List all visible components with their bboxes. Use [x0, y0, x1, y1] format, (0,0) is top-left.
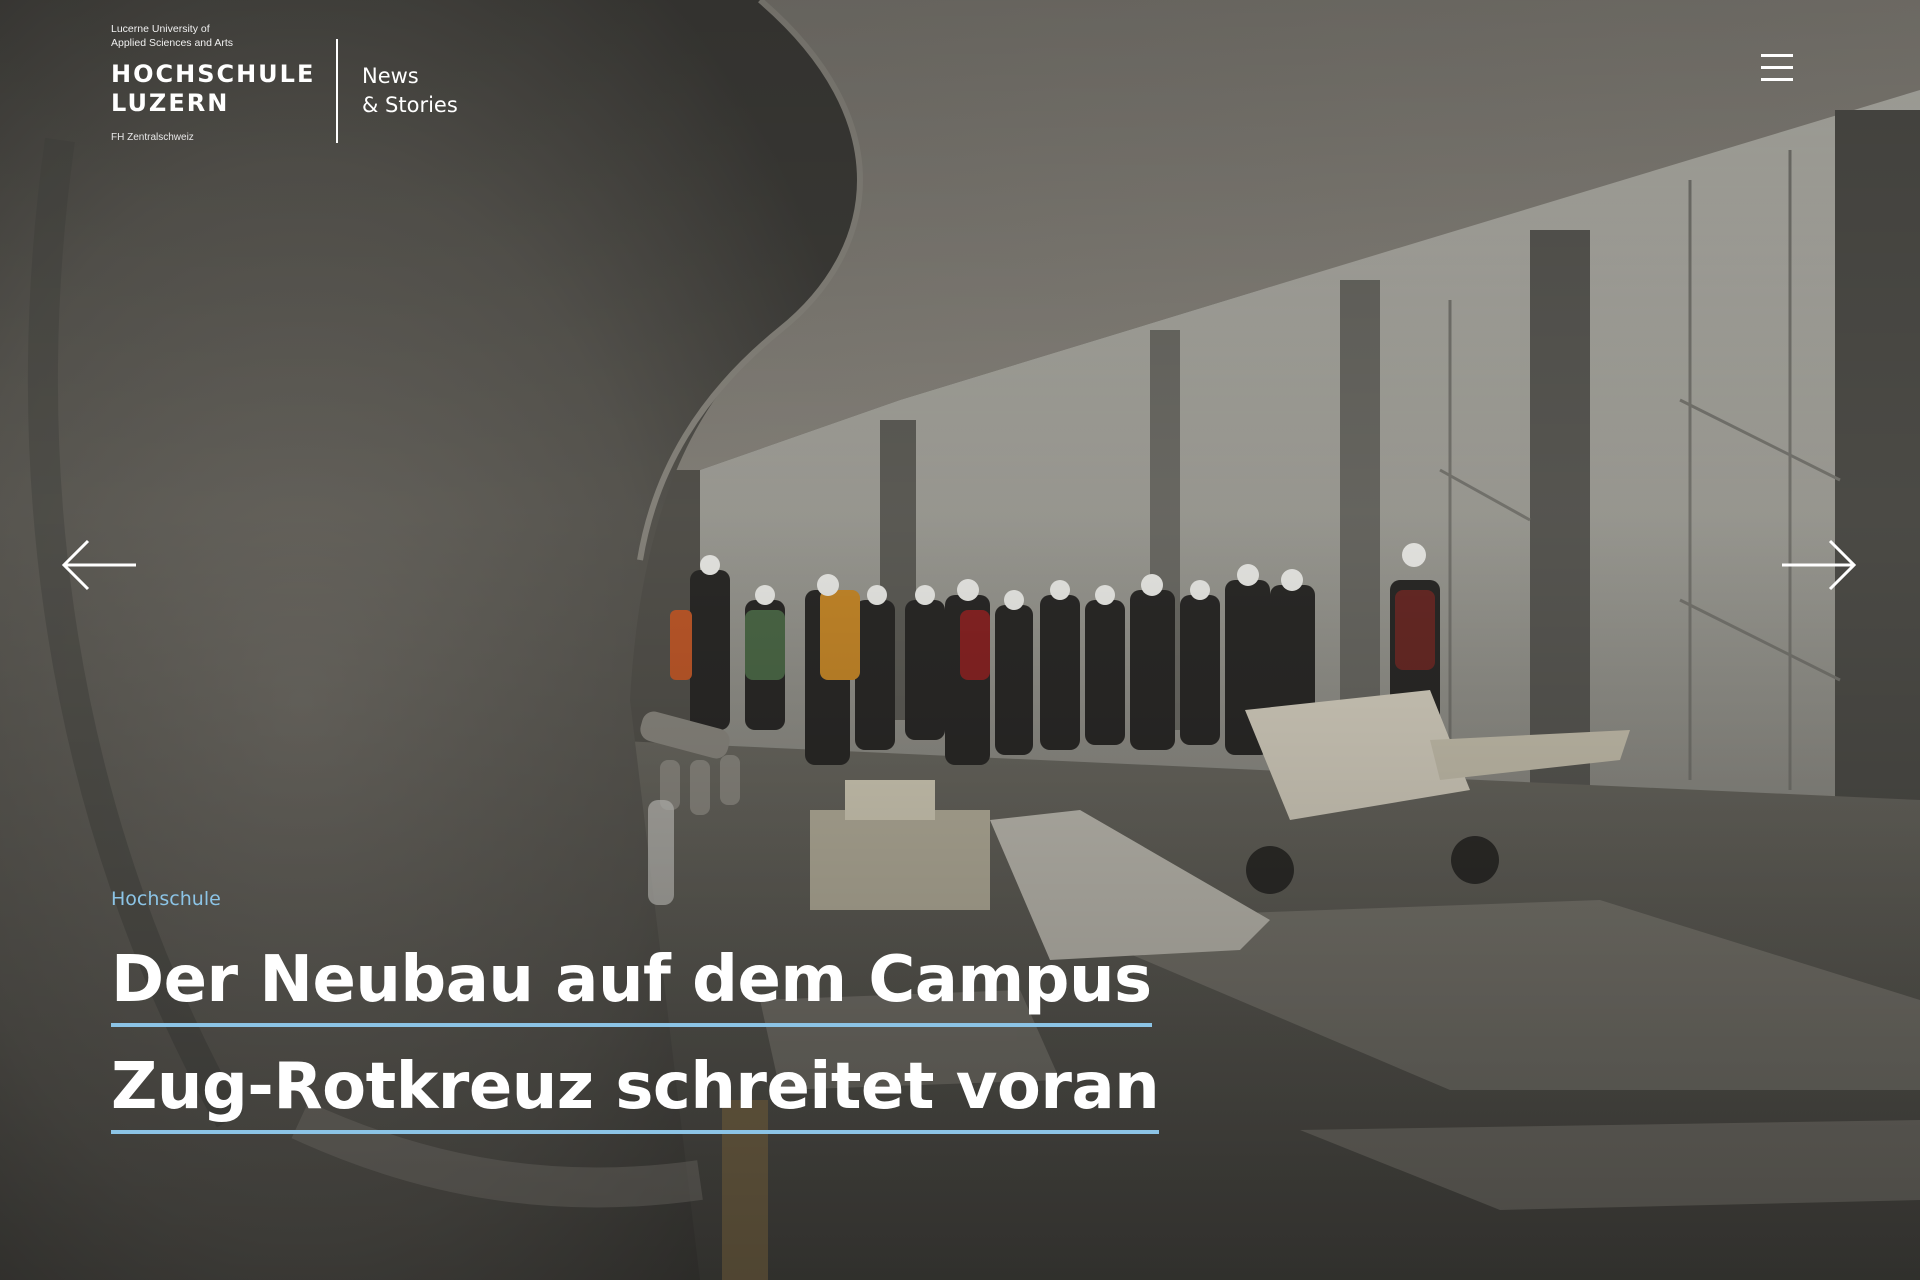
menu-bar-top — [1761, 54, 1793, 57]
brand-section-title: News & Stories — [362, 62, 502, 120]
article-headline[interactable]: Der Neubau auf dem Campus Zug-Rotkreuz s… — [111, 930, 1211, 1144]
article-category-link[interactable]: Hochschule — [111, 888, 221, 910]
arrow-left-icon[interactable] — [58, 535, 138, 595]
brand-subline: FH Zentralschweiz — [111, 132, 194, 143]
menu-bar-middle — [1761, 66, 1793, 69]
brand-section-line2: & Stories — [362, 93, 458, 117]
brand-section-line1: News — [362, 64, 419, 88]
arrow-right-icon[interactable] — [1780, 535, 1860, 595]
brand-name-line2: LUZERN — [111, 89, 230, 117]
headline-line1[interactable]: Der Neubau auf dem Campus — [111, 937, 1152, 1027]
hslu-logo-link[interactable]: Lucerne University of Applied Sciences a… — [111, 22, 511, 146]
headline-line2[interactable]: Zug-Rotkreuz schreitet voran — [111, 1044, 1160, 1134]
brand-name-line1: HOCHSCHULE — [111, 60, 316, 88]
brand-tagline-line2: Applied Sciences and Arts — [111, 37, 233, 49]
hamburger-menu-icon[interactable] — [1754, 48, 1798, 88]
brand-tagline: Lucerne University of Applied Sciences a… — [111, 22, 271, 50]
brand-name: HOCHSCHULE LUZERN — [111, 60, 316, 118]
brand-tagline-line1: Lucerne University of — [111, 23, 210, 35]
menu-bar-bottom — [1761, 78, 1793, 81]
brand-divider — [336, 39, 338, 143]
